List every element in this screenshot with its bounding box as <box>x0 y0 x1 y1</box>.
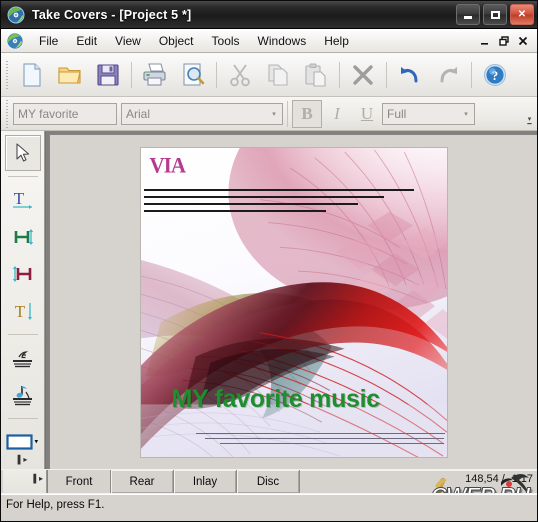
tool-palette-footer: ▌▸ <box>3 470 47 493</box>
cover-bottom-lines <box>195 432 445 448</box>
svg-text:T: T <box>13 189 24 208</box>
object-text-input[interactable]: MY favorite <box>13 102 117 125</box>
menu-edit[interactable]: Edit <box>67 31 106 51</box>
toolbar-separator <box>339 61 340 88</box>
cd-disc-icon <box>7 6 25 24</box>
tab-inlay[interactable]: Inlay <box>174 470 237 493</box>
tab-rear[interactable]: Rear <box>111 470 174 493</box>
tab-bar-filler: 148,54 / -1,17 CWER.RU <box>300 470 537 509</box>
undo-button[interactable] <box>391 56 429 94</box>
open-folder-button[interactable] <box>51 56 89 94</box>
redo-button[interactable] <box>429 56 467 94</box>
close-button[interactable]: ✕ <box>510 4 534 25</box>
tool-track-list[interactable] <box>5 340 41 376</box>
maximize-button[interactable] <box>483 4 507 25</box>
tool-separator <box>7 176 38 177</box>
cd-disc-small-icon[interactable] <box>6 32 24 50</box>
underline-button[interactable]: U <box>352 100 382 128</box>
tool-overflow-arrow-icon[interactable]: ▌▸ <box>33 474 43 483</box>
menu-object[interactable]: Object <box>150 31 203 51</box>
tool-width-red[interactable] <box>5 256 41 292</box>
page-tab-bar: ▌▸ Front Rear Inlay Disc 148,54 / -1,17 <box>1 469 537 509</box>
cursor-coordinates: 148,54 / -1,17 <box>465 473 533 485</box>
status-bar: For Help, press F1. <box>1 493 537 515</box>
svg-text:?: ? <box>492 68 499 83</box>
window-controls: ✕ <box>456 4 534 25</box>
delete-button[interactable] <box>344 56 382 94</box>
mdi-window-controls <box>476 33 537 49</box>
copy-button[interactable] <box>259 56 297 94</box>
application-window: Take Covers - [Project 5 *] ✕ File Edit … <box>0 0 538 522</box>
help-button[interactable]: ? <box>476 56 514 94</box>
workspace: T T ▌▸ VIA MY favorite music <box>1 131 537 469</box>
minimize-button[interactable] <box>456 4 480 25</box>
paste-button[interactable] <box>297 56 335 94</box>
mdi-restore-button[interactable] <box>495 33 512 49</box>
tool-palette-overflow[interactable]: ▌▸ <box>1 451 44 467</box>
mdi-child-window: VIA MY favorite music <box>49 134 537 469</box>
tool-separator <box>7 418 38 419</box>
cover-top-lines <box>143 188 438 217</box>
save-button[interactable] <box>89 56 127 94</box>
menu-bar: File Edit View Object Tools Windows Help <box>1 29 537 53</box>
print-button[interactable] <box>136 56 174 94</box>
bold-button[interactable]: B <box>292 99 322 128</box>
toolbar-separator <box>131 61 132 88</box>
tab-disc[interactable]: Disc <box>237 470 300 493</box>
menu-tools[interactable]: Tools <box>203 31 249 51</box>
window-title: Take Covers - [Project 5 *] <box>32 7 192 22</box>
cover-title-text: MY favorite music <box>171 384 381 413</box>
justify-select[interactable]: Full ▾ <box>382 102 475 125</box>
chevron-down-icon: ▾ <box>272 110 276 118</box>
menu-windows[interactable]: Windows <box>249 31 316 51</box>
mdi-client-area: VIA MY favorite music <box>45 131 537 469</box>
font-family-select[interactable]: Arial ▾ <box>121 102 283 125</box>
cover-page-tabs: Front Rear Inlay Disc 148,54 / -1,17 <box>47 470 537 509</box>
svg-text:T: T <box>14 302 25 321</box>
tool-music-note[interactable] <box>5 377 41 413</box>
print-preview-button[interactable] <box>174 56 212 94</box>
menu-file[interactable]: File <box>30 31 67 51</box>
new-document-button[interactable] <box>13 56 51 94</box>
menu-view[interactable]: View <box>106 31 150 51</box>
chevron-down-icon: ▾ <box>464 110 468 118</box>
cut-button[interactable] <box>221 56 259 94</box>
format-toolbar-grip[interactable] <box>3 98 10 129</box>
main-toolbar: ? <box>1 53 537 97</box>
tool-text-vertical[interactable]: T <box>5 293 41 329</box>
tool-separator <box>7 334 38 335</box>
toolbar-separator <box>216 61 217 88</box>
toolbar-separator <box>471 61 472 88</box>
mdi-close-button[interactable] <box>514 33 531 49</box>
toolbar-grip[interactable] <box>3 59 10 90</box>
cover-logo-text: VIA <box>149 151 187 178</box>
menu-help[interactable]: Help <box>315 31 358 51</box>
toolbar-separator <box>386 61 387 88</box>
status-message: For Help, press F1. <box>6 498 105 511</box>
italic-button[interactable]: I <box>322 100 352 128</box>
tool-palette: T T ▌▸ <box>1 131 45 469</box>
mdi-minimize-button[interactable] <box>476 33 493 49</box>
tool-select-arrow[interactable] <box>4 135 41 171</box>
tool-width-green[interactable] <box>5 219 41 255</box>
format-toolbar: MY favorite Arial ▾ B I U Full ▾ ▾ ━ <box>1 97 537 131</box>
tab-front[interactable]: Front <box>48 470 111 493</box>
format-separator <box>287 100 288 127</box>
toolbar-overflow-button[interactable]: ▾ ━ <box>524 115 535 129</box>
cover-artwork[interactable]: VIA MY favorite music <box>139 146 448 458</box>
tool-text-horizontal[interactable]: T <box>5 182 41 218</box>
design-canvas[interactable]: VIA MY favorite music <box>50 135 537 469</box>
title-bar: Take Covers - [Project 5 *] ✕ <box>1 1 537 29</box>
